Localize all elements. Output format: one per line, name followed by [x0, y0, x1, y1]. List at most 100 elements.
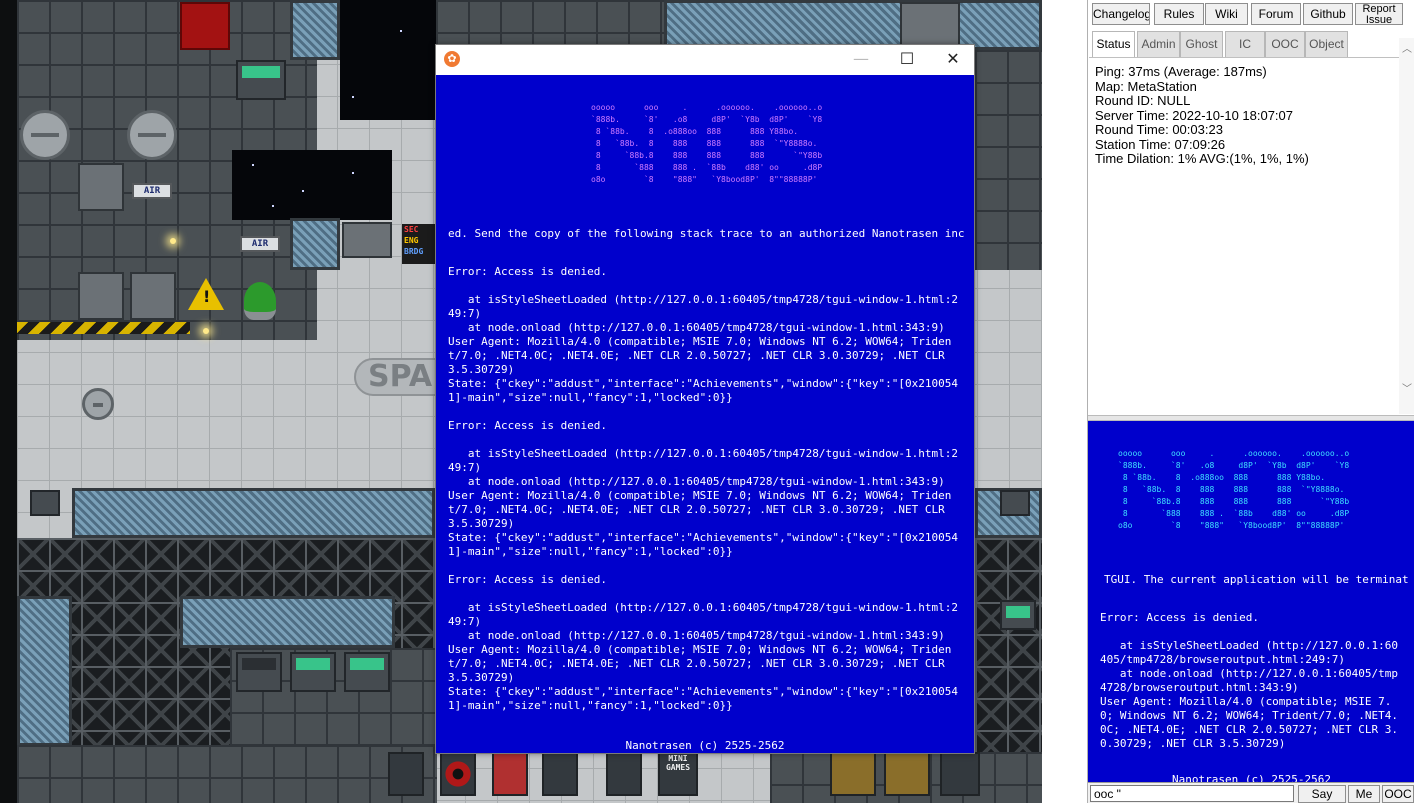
stack-trace: Error: Access is denied. at isStyleSheet… [448, 265, 964, 713]
minigames-machine[interactable]: MINI GAMES [658, 752, 698, 796]
state-line: State: {"ckey":"addust","interface":"Ach… [448, 531, 958, 558]
window-wall [664, 0, 1042, 50]
tab-object[interactable]: Object [1305, 31, 1348, 57]
airlock-door[interactable] [78, 272, 124, 320]
space-window [340, 0, 436, 120]
map-object[interactable] [606, 752, 642, 796]
computer-console[interactable] [290, 652, 336, 692]
sec-sign-text: SEC [404, 225, 419, 234]
ooc-button[interactable]: OOC [1382, 785, 1414, 803]
trace-line: at node.onload (http://127.0.0.1:60405/t… [448, 475, 945, 488]
wiki-button[interactable]: Wiki [1205, 3, 1248, 25]
map-object[interactable] [830, 752, 876, 796]
vent-fan[interactable] [127, 110, 177, 160]
brdg-sign-text: BRDG [404, 247, 424, 256]
copyright-footer: Nanotrasen (c) 2525-2562 [625, 739, 785, 752]
user-agent-line: User Agent: Mozilla/4.0 (compatible; MSI… [448, 489, 952, 530]
maximize-button[interactable]: ☐ [884, 45, 930, 75]
error-line: Error: Access is denied. [448, 419, 607, 432]
red-sign[interactable] [180, 2, 230, 50]
trace-line: at isStyleSheetLoaded (http://127.0.0.1:… [448, 601, 958, 628]
vent-fan[interactable] [20, 110, 70, 160]
computer-console[interactable] [236, 652, 282, 692]
chat-output[interactable]: ooooo ooo . .oooooo. .oooooo..o `888b. `… [1088, 421, 1414, 782]
trace-line: at node.onload (http://127.0.0.1:60405/t… [1100, 667, 1399, 694]
scroll-up-icon[interactable]: ︿ [1399, 42, 1414, 58]
state-line: State: {"ckey":"addust","interface":"Ach… [448, 685, 958, 712]
map-object[interactable] [440, 752, 476, 796]
air-alarm[interactable] [30, 490, 60, 516]
report-issue-button[interactable]: Report Issue [1355, 3, 1403, 25]
tab-admin[interactable]: Admin [1137, 31, 1180, 57]
maintenance-floor [17, 745, 437, 803]
error-line: Error: Access is denied. [448, 265, 607, 278]
trace-line: at isStyleSheetLoaded (http://127.0.0.1:… [1100, 639, 1399, 666]
status-scrollbar[interactable]: ︿ ﹀ [1399, 38, 1414, 414]
map-object[interactable] [492, 752, 528, 796]
me-button[interactable]: Me [1348, 785, 1380, 803]
tab-ooc[interactable]: OOC [1265, 31, 1305, 57]
air-sign: AIR [132, 183, 172, 199]
maintenance-floor [975, 50, 1042, 270]
airlock-door[interactable] [130, 272, 176, 320]
window-titlebar[interactable]: ✿ — ☐ ✕ [436, 45, 974, 75]
ping-text: Ping: 37ms (Average: 187ms) [1095, 64, 1267, 79]
window-wall [290, 218, 340, 270]
copyright-footer: Nanotrasen (c) 2525-2562 [1172, 773, 1331, 782]
error-line: Error: Access is denied. [1100, 611, 1259, 624]
air-alarm[interactable] [1000, 490, 1030, 516]
close-button[interactable]: ✕ [930, 45, 976, 75]
minimize-button[interactable]: — [838, 45, 884, 75]
computer-console[interactable] [344, 652, 390, 692]
map-object[interactable] [884, 752, 930, 796]
round-time-text: Round Time: 00:03:23 [1095, 122, 1223, 137]
department-sign: SEC ENG BRDG [402, 224, 436, 264]
potted-plant[interactable] [244, 282, 276, 320]
map-object[interactable] [388, 752, 424, 796]
changelog-button[interactable]: Changelog [1092, 3, 1150, 25]
trace-line: at node.onload (http://127.0.0.1:60405/t… [448, 629, 945, 642]
status-panel: Ping: 37ms (Average: 187ms) Map: MetaSta… [1089, 57, 1399, 415]
tab-status[interactable]: Status [1092, 31, 1135, 57]
say-button[interactable]: Say [1298, 785, 1346, 803]
scroll-down-icon[interactable]: ﹀ [1399, 382, 1414, 398]
tgui-error-window[interactable]: ✿ — ☐ ✕ ooooo ooo . .oooooo. .oooooo..o … [435, 44, 975, 754]
user-agent-line: User Agent: Mozilla/4.0 (compatible; MSI… [1100, 695, 1399, 750]
map-object[interactable] [940, 752, 980, 796]
error-line: Error: Access is denied. [448, 573, 607, 586]
blast-door[interactable] [900, 2, 960, 50]
github-button[interactable]: Github [1303, 3, 1353, 25]
error-intro-text: TGUI. The current application will be te… [1104, 573, 1409, 586]
window-wall [290, 0, 340, 60]
station-time-text: Station Time: 07:09:26 [1095, 136, 1226, 152]
trace-line: at node.onload (http://127.0.0.1:60405/t… [448, 321, 945, 334]
space-window [232, 150, 392, 220]
warning-sign-icon: ! [188, 278, 224, 310]
computer-console[interactable] [236, 60, 286, 100]
user-agent-line: User Agent: Mozilla/4.0 (compatible; MSI… [448, 643, 952, 684]
tab-ic[interactable]: IC [1225, 31, 1265, 57]
eng-sign-text: ENG [404, 236, 419, 245]
tab-ghost[interactable]: Ghost [1180, 31, 1223, 57]
computer-console[interactable] [1000, 600, 1036, 630]
ntos-ascii-banner: ooooo ooo . .oooooo. .oooooo..o `888b. `… [591, 103, 823, 184]
user-agent-line: User Agent: Mozilla/4.0 (compatible; MSI… [448, 335, 952, 376]
window-wall [17, 596, 72, 746]
forum-button[interactable]: Forum [1251, 3, 1301, 25]
floor-vent[interactable] [82, 388, 114, 420]
error-intro-text: ed. Send the copy of the following stack… [448, 227, 965, 240]
trace-line: at isStyleSheetLoaded (http://127.0.0.1:… [448, 293, 958, 320]
maintenance-floor [436, 0, 664, 44]
bsod-content: ooooo ooo . .oooooo. .oooooo..o `888b. `… [436, 75, 974, 753]
rules-button[interactable]: Rules [1154, 3, 1204, 25]
ntos-ascii-banner: ooooo ooo . .oooooo. .oooooo..o `888b. `… [1118, 449, 1350, 530]
window-wall [72, 488, 435, 538]
time-dilation-text: Time Dilation: 1% AVG:(1%, 1%, 1%) [1095, 151, 1309, 166]
stack-trace: Error: Access is denied. at isStyleSheet… [1100, 611, 1400, 751]
byond-app-icon: ✿ [444, 51, 460, 67]
map-object[interactable] [542, 752, 578, 796]
command-input[interactable] [1090, 785, 1294, 802]
airlock-door[interactable] [78, 163, 124, 211]
map-edge [0, 0, 17, 803]
airlock-door[interactable] [342, 222, 392, 258]
